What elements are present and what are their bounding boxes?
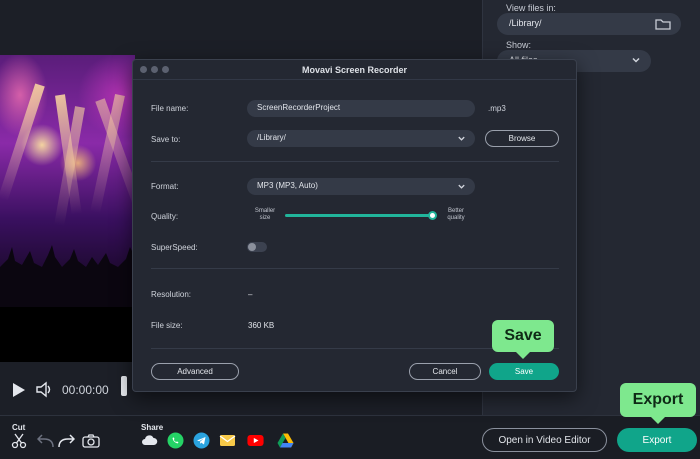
export-button[interactable]: Export [617, 428, 697, 452]
file-name-value: ScreenRecorderProject [257, 103, 341, 112]
undo-icon[interactable] [37, 434, 55, 448]
format-value: MP3 (MP3, Auto) [257, 181, 318, 190]
save-button[interactable]: Save [489, 363, 559, 380]
telegram-icon[interactable] [193, 432, 210, 449]
format-dropdown[interactable]: MP3 (MP3, Auto) [247, 178, 475, 195]
superspeed-toggle[interactable] [247, 242, 267, 252]
view-files-path-field[interactable]: /Library/ [497, 13, 681, 35]
youtube-icon[interactable] [247, 432, 264, 449]
show-label: Show: [506, 40, 532, 50]
cut-section-label: Cut [12, 423, 26, 432]
file-name-label: File name: [151, 104, 189, 113]
dialog-titlebar: Movavi Screen Recorder [133, 60, 576, 80]
browse-button[interactable]: Browse [485, 130, 559, 147]
quality-label: Quality: [151, 212, 179, 221]
preview-letterbox [0, 307, 135, 362]
save-to-dropdown[interactable]: /Library/ [247, 130, 475, 147]
crowd-silhouette [0, 245, 135, 307]
open-in-video-editor-button[interactable]: Open in Video Editor [482, 428, 607, 452]
chevron-down-icon [458, 184, 465, 189]
cancel-button[interactable]: Cancel [409, 363, 481, 380]
quality-slider-handle[interactable] [428, 211, 437, 220]
file-extension: .mp3 [488, 104, 506, 113]
camera-icon[interactable] [82, 434, 100, 448]
save-callout: Save [492, 320, 554, 359]
advanced-button[interactable]: Advanced [151, 363, 239, 380]
cloud-icon[interactable] [141, 432, 158, 449]
share-section-label: Share [141, 423, 164, 432]
play-icon[interactable] [12, 382, 26, 398]
volume-icon[interactable] [36, 381, 54, 398]
export-callout: Export [620, 383, 696, 424]
timeline-playhead[interactable] [121, 376, 127, 396]
view-files-path-value: /Library/ [509, 18, 542, 28]
divider [151, 268, 559, 269]
file-size-label: File size: [151, 321, 183, 330]
resolution-label: Resolution: [151, 290, 192, 299]
quality-slider-track[interactable] [285, 214, 433, 217]
resolution-value: – [248, 290, 253, 299]
scissors-icon[interactable] [11, 433, 27, 449]
superspeed-label: SuperSpeed: [151, 243, 198, 252]
whatsapp-icon[interactable] [167, 432, 184, 449]
view-files-label: View files in: [506, 3, 556, 13]
save-to-value: /Library/ [257, 133, 286, 142]
folder-icon[interactable] [655, 18, 671, 30]
video-preview [0, 55, 135, 307]
google-drive-icon[interactable] [277, 432, 294, 449]
divider [151, 161, 559, 162]
format-label: Format: [151, 182, 179, 191]
quality-min-label: Smaller size [254, 208, 276, 221]
quality-max-label: Better quality [447, 208, 465, 221]
chevron-down-icon [632, 57, 640, 63]
save-to-label: Save to: [151, 135, 181, 144]
dialog-title: Movavi Screen Recorder [301, 65, 408, 75]
file-name-input[interactable]: ScreenRecorderProject [247, 100, 475, 117]
email-icon[interactable] [219, 432, 236, 449]
timecode: 00:00:00 [62, 383, 109, 397]
file-size-value: 360 KB [248, 321, 275, 330]
chevron-down-icon [458, 136, 465, 141]
redo-icon[interactable] [57, 434, 75, 448]
